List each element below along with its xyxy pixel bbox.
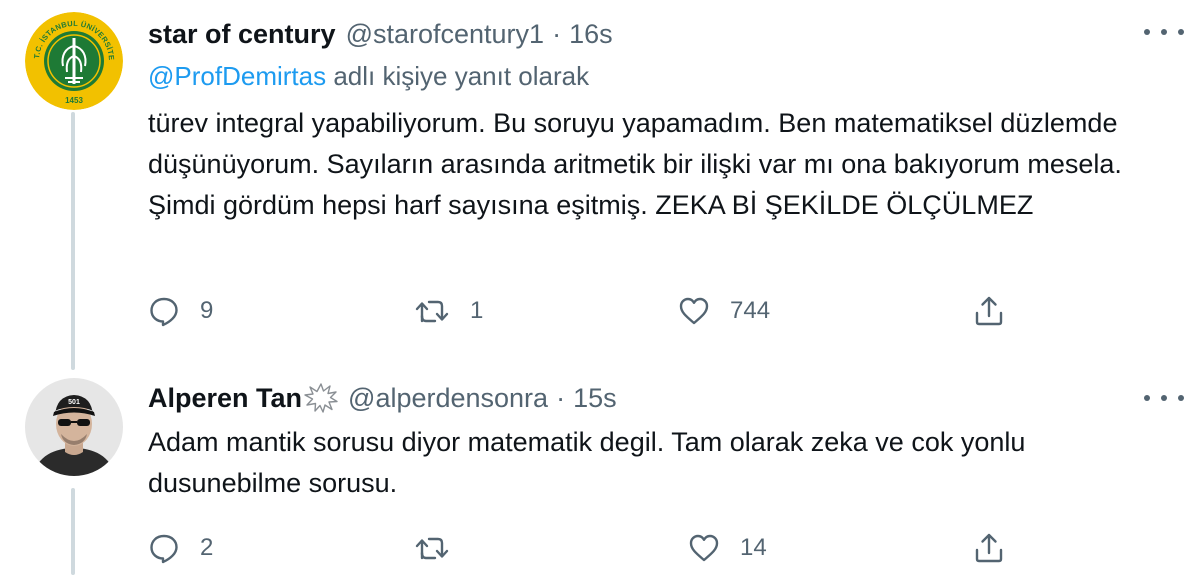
reply-icon <box>150 297 178 327</box>
avatar-istanbul-university[interactable]: T.C. İSTANBUL ÜNİVERSİTESİ 1453 <box>25 12 123 110</box>
tweet-1[interactable]: T.C. İSTANBUL ÜNİVERSİTESİ 1453 star of … <box>0 0 1200 370</box>
avatar-alperen-tan[interactable]: 501 <box>25 378 123 476</box>
display-name[interactable]: Alperen Tan <box>148 383 302 414</box>
svg-text:501: 501 <box>68 399 80 406</box>
retweet-count: 1 <box>470 297 484 324</box>
retweet-icon <box>415 300 449 323</box>
share-icon <box>975 296 1003 326</box>
reply-button[interactable]: 2 <box>148 528 213 568</box>
retweet-button[interactable]: 1 <box>414 291 483 331</box>
tweet-text: Adam mantik sorusu diyor matematik degil… <box>148 427 1026 498</box>
tweet-actions: 2 14 <box>148 528 1028 568</box>
reply-context: @ProfDemirtas adlı kişiye yanıt olarak <box>148 61 589 92</box>
like-icon <box>689 534 719 562</box>
tweet-header: Alperen Tan @alperdensonra · 15s <box>148 380 617 416</box>
reply-button[interactable]: 9 <box>148 291 213 331</box>
separator-dot: · <box>552 18 562 49</box>
more-icon[interactable] <box>1144 388 1184 408</box>
timestamp[interactable]: 16s <box>569 19 613 50</box>
timestamp[interactable]: 15s <box>573 383 617 414</box>
tweet-header: star of century @starofcentury1 · 16s <box>148 16 613 52</box>
user-photo: 501 <box>25 378 123 476</box>
user-handle[interactable]: @starofcentury1 <box>346 19 545 50</box>
svg-text:1453: 1453 <box>65 96 83 105</box>
tweet-2[interactable]: 501 Alperen Tan @alperdensonra · 15s Ada… <box>0 370 1200 575</box>
retweet-button[interactable] <box>414 528 470 568</box>
like-button[interactable]: 744 <box>678 291 770 331</box>
reply-count: 9 <box>200 297 214 324</box>
retweet-icon <box>415 537 449 560</box>
separator-dot: · <box>556 382 566 413</box>
like-icon <box>679 297 709 325</box>
tweet-text: türev integral yapabiliyorum. Bu soruyu … <box>148 108 1122 220</box>
reply-icon <box>150 534 178 564</box>
user-handle[interactable]: @alperdensonra <box>348 383 548 414</box>
like-count: 744 <box>730 297 771 324</box>
reply-context-label: adlı kişiye yanıt olarak <box>326 61 590 91</box>
share-button[interactable] <box>973 291 1005 331</box>
reply-count: 2 <box>200 534 214 561</box>
thread-line <box>71 488 75 575</box>
more-icon[interactable] <box>1144 22 1184 42</box>
tweet-actions: 9 1 744 <box>148 291 1028 331</box>
mention-link[interactable]: @ProfDemirtas <box>148 61 326 91</box>
like-count: 14 <box>740 534 767 561</box>
share-button[interactable] <box>973 528 1005 568</box>
display-name[interactable]: star of century <box>148 19 336 50</box>
university-seal-logo: T.C. İSTANBUL ÜNİVERSİTESİ 1453 <box>25 12 123 110</box>
like-button[interactable]: 14 <box>688 528 767 568</box>
share-icon <box>975 533 1003 563</box>
verified-burst-icon <box>304 383 338 413</box>
thread-line <box>71 112 75 370</box>
